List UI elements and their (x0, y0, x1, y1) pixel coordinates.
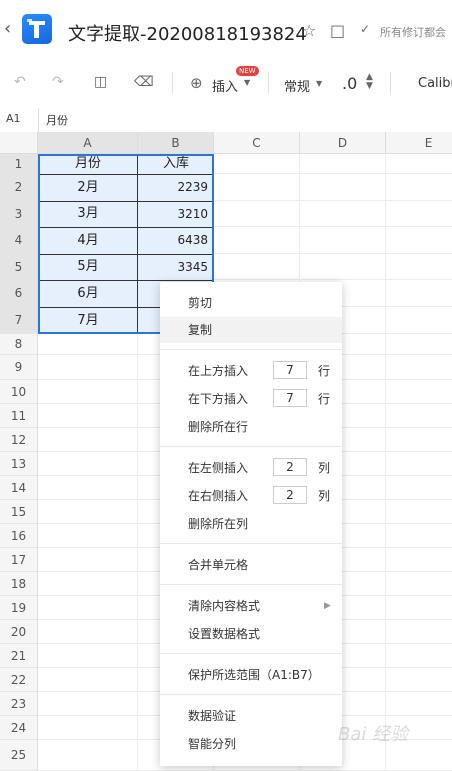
new-badge: NEW (236, 66, 259, 76)
toolbar-divider (268, 72, 269, 94)
row-header[interactable]: 1 (0, 154, 38, 174)
row-header[interactable]: 24 (0, 716, 38, 740)
stepper-icon[interactable]: ▲ ▼ (366, 73, 373, 91)
row-header[interactable]: 22 (0, 668, 38, 692)
row-header[interactable]: 19 (0, 596, 38, 620)
menu-divider (160, 446, 342, 447)
column-header[interactable]: D (300, 132, 386, 154)
menu-divider (160, 584, 342, 585)
column-header[interactable]: B (138, 132, 214, 154)
toolbar-divider (172, 72, 173, 94)
menu-item-delete-row[interactable]: 删除所在行 (160, 414, 342, 440)
row-header[interactable]: 7 (0, 307, 38, 334)
insert-button[interactable]: 插入 (212, 76, 238, 95)
menu-item-validation[interactable]: 数据验证 (160, 703, 342, 729)
grid-col-line (385, 154, 386, 771)
chevron-right-icon: ▶ (324, 601, 331, 611)
watermark: Bai 经验 (338, 724, 409, 745)
select-all-corner[interactable] (0, 132, 38, 154)
row-header[interactable]: 2 (0, 174, 38, 201)
row-header[interactable]: 25 (0, 740, 38, 771)
menu-item-insert-below[interactable]: 在下方插入 7 行 (160, 386, 342, 412)
row-header[interactable]: 18 (0, 572, 38, 596)
back-icon[interactable]: ‹ (4, 18, 11, 39)
formula-input[interactable]: 月份 (46, 112, 68, 128)
eraser-icon[interactable]: ⌫ (134, 74, 154, 90)
formula-divider (38, 108, 39, 132)
row-header[interactable]: 14 (0, 476, 38, 500)
row-header[interactable]: 23 (0, 692, 38, 716)
menu-item-insert-above[interactable]: 在上方插入 7 行 (160, 358, 342, 384)
menu-item-insert-left[interactable]: 在左侧插入 2 列 (160, 455, 342, 481)
row-header[interactable]: 15 (0, 500, 38, 524)
context-menu: 剪切 复制 在上方插入 7 行 在下方插入 7 行 删除所在行 在左侧插入 2 … (160, 282, 342, 766)
format-painter-icon[interactable]: ◫ (94, 74, 107, 90)
menu-item-insert-right[interactable]: 在右侧插入 2 列 (160, 483, 342, 509)
row-header[interactable]: 12 (0, 428, 38, 452)
col-unit-label: 列 (318, 461, 331, 475)
row-unit-label: 行 (318, 364, 331, 378)
redo-icon[interactable]: ↷ (52, 74, 64, 90)
row-header[interactable]: 3 (0, 201, 38, 227)
column-header[interactable]: E (386, 132, 452, 154)
row-header[interactable]: 17 (0, 548, 38, 572)
app-logo[interactable] (22, 14, 52, 44)
menu-item-protect-range[interactable]: 保护所选范围（A1:B7） (160, 662, 342, 688)
font-select[interactable]: Calibri (418, 76, 452, 91)
insert-left-count[interactable]: 2 (273, 458, 307, 476)
row-header[interactable]: 11 (0, 404, 38, 428)
undo-icon[interactable]: ↶ (14, 74, 26, 90)
menu-item-copy[interactable]: 复制 (160, 317, 342, 343)
row-header[interactable]: 13 (0, 452, 38, 476)
revision-status[interactable]: 所有修订都会 (380, 24, 446, 40)
menu-divider (160, 694, 342, 695)
row-header[interactable]: 16 (0, 524, 38, 548)
cell-reference[interactable]: A1 (6, 112, 21, 125)
insert-plus-icon[interactable]: ⊕ (190, 74, 203, 92)
chevron-down-icon[interactable]: ▼ (244, 78, 250, 87)
row-header[interactable]: 9 (0, 355, 38, 380)
saved-check-icon: ✓ (360, 22, 371, 36)
decimal-places-button[interactable]: .0 (342, 74, 357, 93)
menu-item-clear-format[interactable]: 清除内容格式 ▶ (160, 593, 342, 619)
menu-divider (160, 653, 342, 654)
menu-item-delete-col[interactable]: 删除所在列 (160, 511, 342, 537)
insert-above-count[interactable]: 7 (273, 361, 307, 379)
chevron-down-icon[interactable]: ▼ (316, 79, 322, 88)
menu-item-cut[interactable]: 剪切 (160, 290, 342, 316)
col-unit-label: 列 (318, 489, 331, 503)
toolbar-divider (390, 72, 391, 94)
row-header[interactable]: 4 (0, 227, 38, 254)
row-header[interactable]: 20 (0, 620, 38, 644)
menu-item-merge[interactable]: 合并单元格 (160, 552, 342, 578)
menu-divider (160, 349, 342, 350)
row-header[interactable]: 8 (0, 334, 38, 355)
document-title[interactable]: 文字提取-20200818193824 (68, 20, 307, 46)
row-header[interactable]: 21 (0, 644, 38, 668)
menu-item-smart-split[interactable]: 智能分列 (160, 731, 342, 757)
number-format-select[interactable]: 常规 (284, 76, 310, 95)
column-header[interactable]: A (38, 132, 138, 154)
move-folder-icon[interactable]: □ (330, 21, 345, 40)
menu-divider (160, 543, 342, 544)
row-header[interactable]: 6 (0, 280, 38, 307)
row-header[interactable]: 5 (0, 254, 38, 280)
menu-item-set-format[interactable]: 设置数据格式 (160, 621, 342, 647)
insert-right-count[interactable]: 2 (273, 486, 307, 504)
row-unit-label: 行 (318, 392, 331, 406)
star-icon[interactable]: ☆ (302, 21, 316, 40)
column-header[interactable]: C (214, 132, 300, 154)
insert-below-count[interactable]: 7 (273, 389, 307, 407)
row-header[interactable]: 10 (0, 380, 38, 404)
